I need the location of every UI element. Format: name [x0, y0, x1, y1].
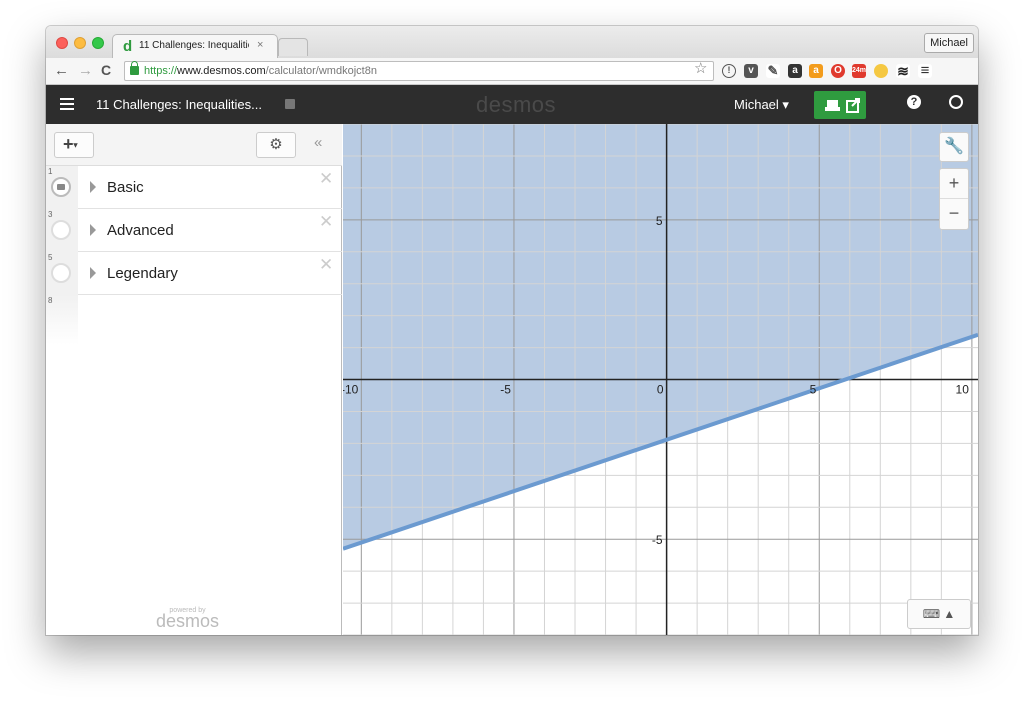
zoom-out-button[interactable]: − [940, 199, 968, 229]
expand-caret-icon[interactable] [90, 181, 96, 193]
tab-close-icon[interactable]: × [257, 39, 263, 51]
url-host: www.desmos.com [177, 65, 266, 77]
collapse-panel-icon[interactable]: « [314, 134, 322, 151]
reload-icon[interactable]: C [101, 62, 111, 78]
browser-tab[interactable]: d 11 Challenges: Inequalities × [112, 34, 278, 58]
title-bar: d 11 Challenges: Inequalities × Michael [46, 26, 978, 58]
folder-label[interactable]: Advanced [107, 222, 174, 239]
folder-label[interactable]: Basic [107, 179, 144, 196]
x-tick-label: 0 [657, 383, 664, 397]
url-text: https://www.desmos.com/calculator/wmdkoj… [144, 65, 377, 77]
user-name: Michael [734, 97, 779, 112]
folder-label[interactable]: Legendary [107, 265, 178, 282]
folder-row-basic[interactable]: 1 Basic ✕ [46, 166, 342, 209]
add-item-label: + [63, 134, 74, 154]
evernote-extension-icon[interactable]: ✎ [766, 64, 780, 78]
graph-paper[interactable]: -10 -5 0 5 10 5 -5 🔧 + − ⌨ ▲ [343, 124, 978, 635]
delete-folder-icon[interactable]: ✕ [319, 169, 333, 189]
folder-icon[interactable] [51, 177, 71, 197]
language-globe-icon[interactable] [949, 95, 963, 109]
powered-by-desmos: powered by desmos [156, 607, 219, 632]
timer-extension-icon[interactable]: 24m [852, 64, 866, 78]
x-tick-label: 10 [956, 383, 970, 397]
share-icon[interactable] [846, 98, 860, 113]
desmos-header: 11 Challenges: Inequalities... desmos Mi… [46, 85, 978, 124]
user-menu[interactable]: Michael ▾ [734, 97, 789, 113]
delete-folder-icon[interactable]: ✕ [319, 212, 333, 232]
lock-icon [130, 61, 139, 75]
amazon-orange-extension-icon[interactable]: a [809, 64, 823, 78]
visibility-circle-icon[interactable] [51, 220, 71, 240]
info-extension-icon[interactable]: ! [722, 64, 736, 78]
forward-arrow-icon[interactable]: → [78, 62, 93, 79]
expression-panel: +▾ ⚙ « 1 Basic ✕ 3 Advanced ✕ 5 Legendar… [46, 124, 342, 635]
chevron-down-icon: ▾ [73, 140, 78, 150]
row-index: 5 [48, 253, 53, 262]
powered-by-logo: desmos [156, 611, 220, 631]
hamburger-menu-icon[interactable] [60, 98, 74, 110]
desmos-logo: desmos [476, 92, 557, 117]
print-icon[interactable] [825, 100, 840, 111]
expand-caret-icon[interactable] [90, 267, 96, 279]
settings-gear-icon[interactable]: ⚙ [256, 132, 296, 158]
zoom-in-button[interactable]: + [940, 169, 968, 199]
address-bar[interactable]: https://www.desmos.com/calculator/wmdkoj… [124, 61, 714, 81]
pocket-extension-icon[interactable]: v [744, 64, 758, 78]
graph-settings-wrench-icon[interactable]: 🔧 [939, 132, 969, 162]
row-gutter: 5 [46, 252, 78, 295]
print-share-button-group [814, 91, 866, 119]
url-path: /calculator/wmdkojct8n [265, 65, 377, 77]
new-expression-row[interactable]: 8 [46, 295, 78, 345]
expression-toolbar: +▾ ⚙ « [46, 124, 342, 166]
menu-icon[interactable]: ≡ [918, 63, 932, 78]
folder-row-legendary[interactable]: 5 Legendary ✕ [46, 252, 342, 295]
help-icon[interactable]: ? [907, 95, 921, 109]
folder-row-advanced[interactable]: 3 Advanced ✕ [46, 209, 342, 252]
new-tab-button[interactable] [278, 38, 308, 56]
delete-folder-icon[interactable]: ✕ [319, 255, 333, 275]
row-index: 1 [48, 167, 53, 176]
minimize-window-button[interactable] [74, 37, 86, 49]
print-share-icons [825, 98, 860, 113]
add-item-button[interactable]: +▾ [54, 132, 94, 158]
y-tick-label: -5 [652, 533, 663, 547]
emoji-extension-icon[interactable] [874, 64, 888, 78]
keyboard-icon: ⌨ [922, 607, 941, 621]
expand-caret-icon[interactable] [90, 224, 96, 236]
bookmark-star-icon[interactable]: ☆ [694, 59, 707, 77]
tab-title: 11 Challenges: Inequalities [139, 40, 249, 51]
keypad-toggle-button[interactable]: ⌨ ▲ [907, 599, 971, 629]
visibility-circle-icon[interactable] [51, 263, 71, 283]
graph-title[interactable]: 11 Challenges: Inequalities... [96, 97, 262, 112]
browser-window: d 11 Challenges: Inequalities × Michael … [46, 26, 978, 635]
x-tick-label: 5 [810, 383, 817, 397]
maximize-window-button[interactable] [92, 37, 104, 49]
graph-canvas[interactable]: -10 -5 0 5 10 5 -5 [343, 124, 978, 635]
x-tick-label: -5 [500, 383, 511, 397]
desmos-favicon-icon: d [123, 38, 133, 55]
amazon-extension-icon[interactable]: a [788, 64, 802, 78]
browser-toolbar: ← → C https://www.desmos.com/calculator/… [46, 58, 978, 85]
save-icon[interactable] [285, 99, 295, 109]
row-gutter: 3 [46, 209, 78, 252]
x-tick-label: -10 [343, 383, 359, 397]
back-arrow-icon[interactable]: ← [54, 62, 69, 79]
zoom-controls: + − [939, 168, 969, 230]
close-window-button[interactable] [56, 37, 68, 49]
layers-extension-icon[interactable]: ≋ [896, 64, 910, 78]
y-tick-label: 5 [656, 214, 663, 228]
row-gutter: 1 [46, 166, 78, 209]
row-index: 8 [48, 296, 53, 305]
opera-extension-icon[interactable]: O [831, 64, 845, 78]
url-scheme: https:// [144, 65, 178, 77]
row-index: 3 [48, 210, 53, 219]
profile-button[interactable]: Michael [924, 33, 974, 53]
